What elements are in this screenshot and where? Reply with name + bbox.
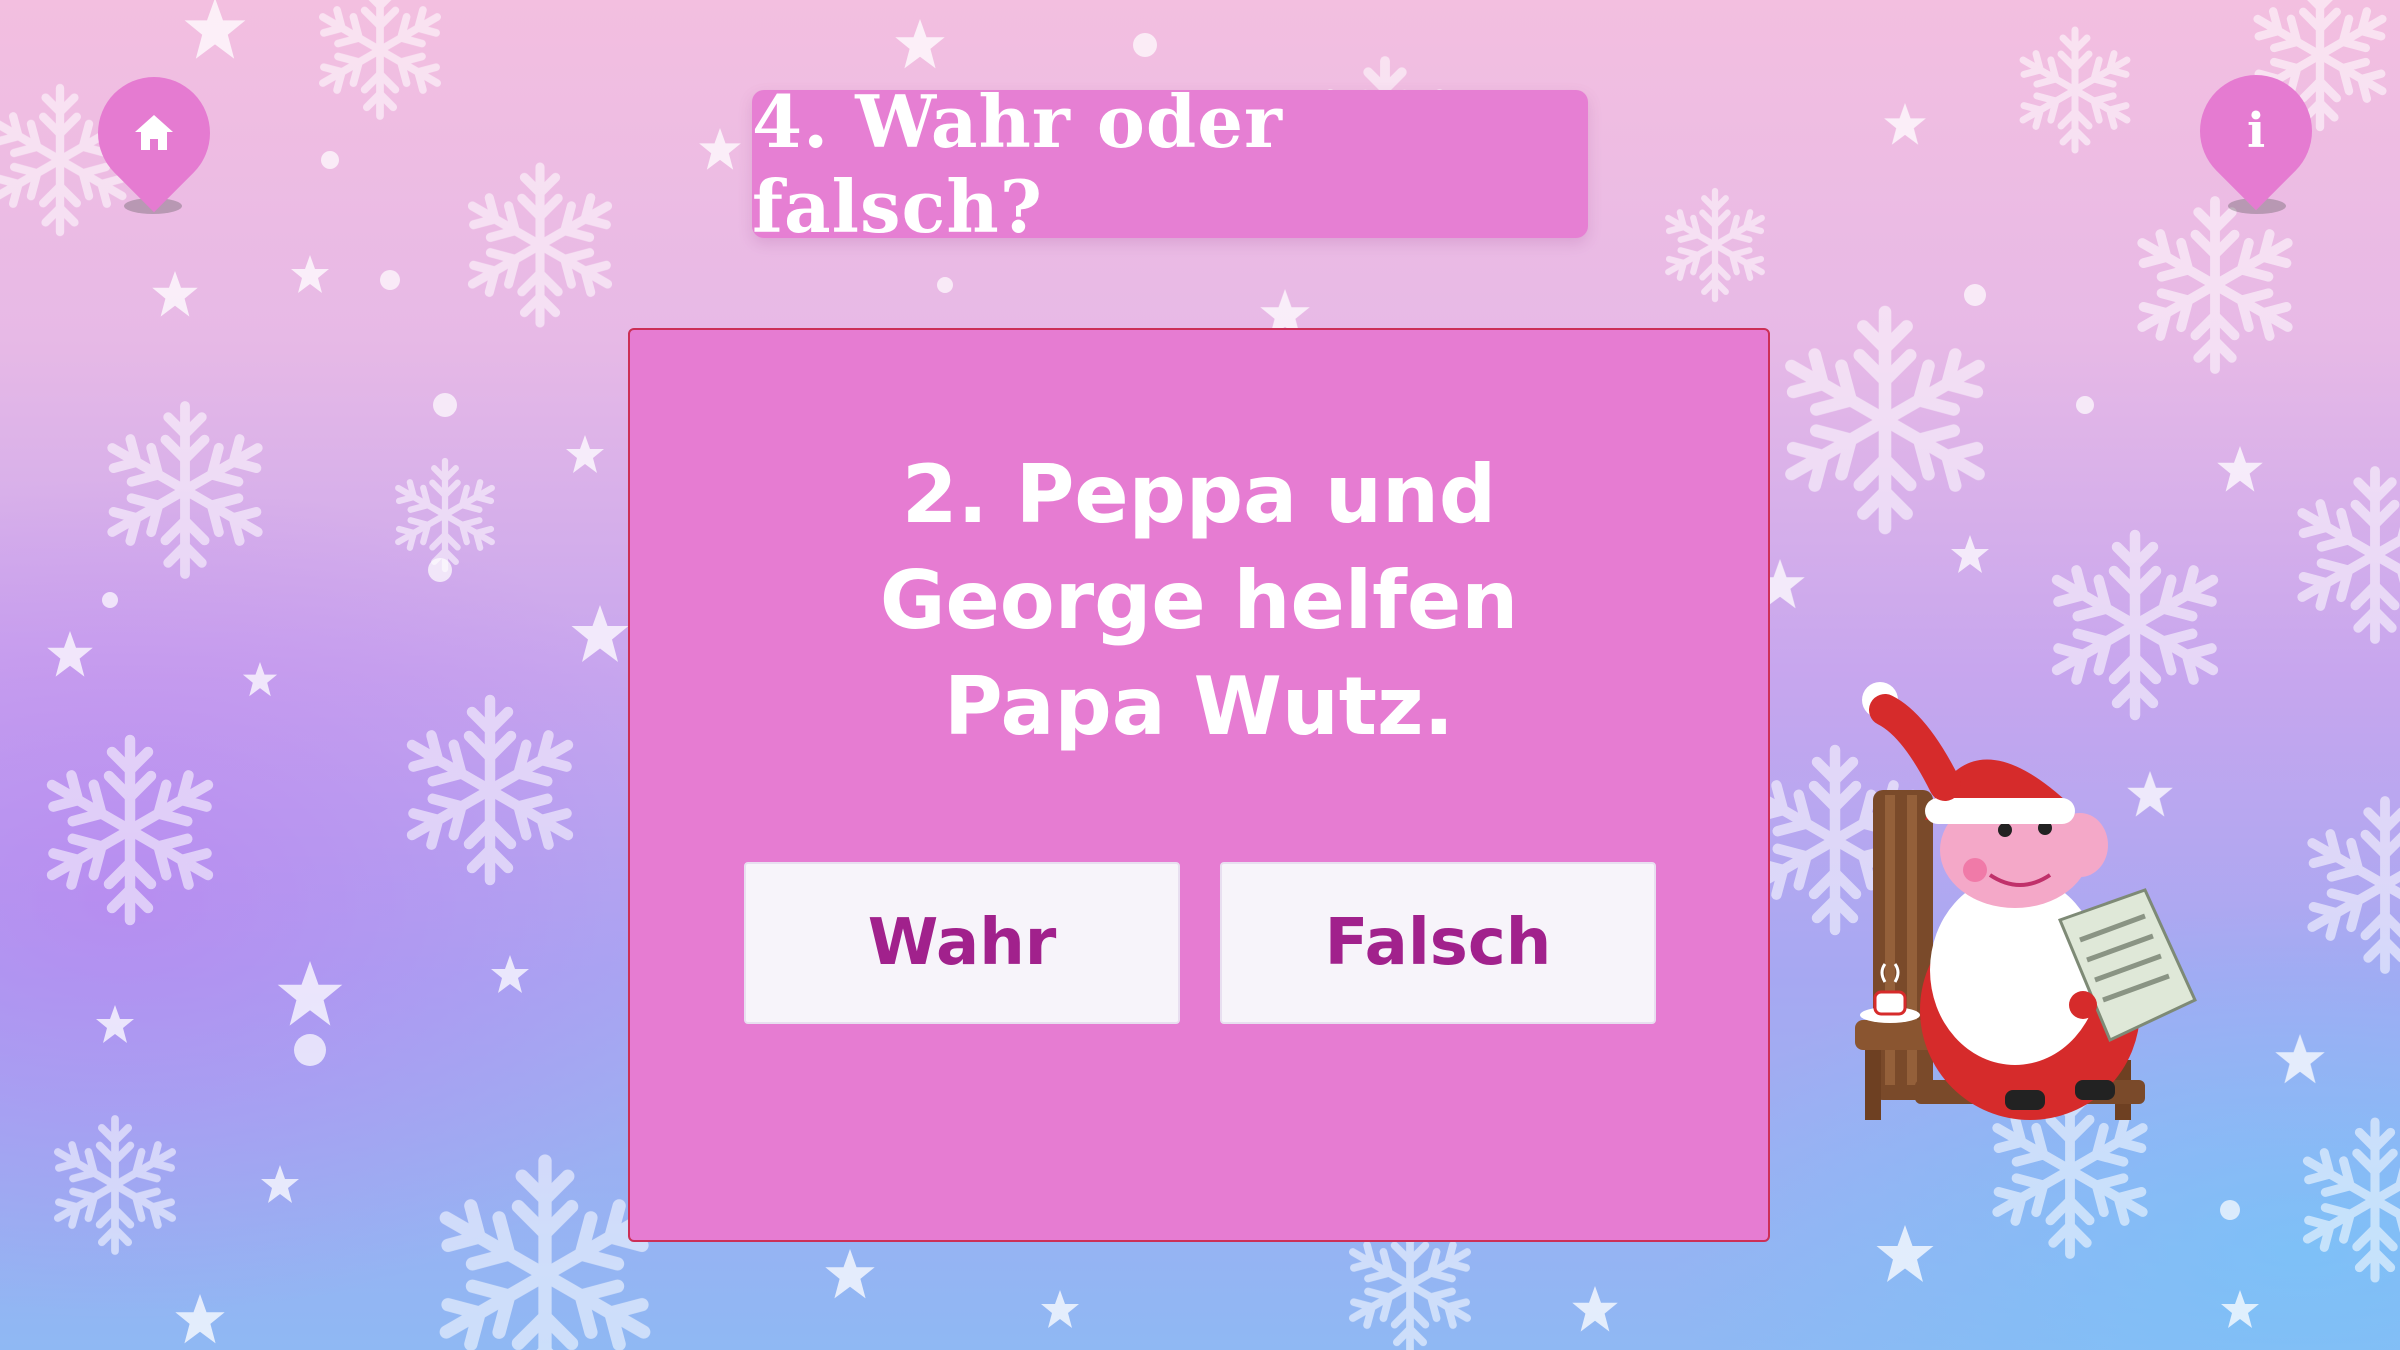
answer-false-button[interactable]: Falsch <box>1220 862 1656 1024</box>
answer-true-button[interactable]: Wahr <box>744 862 1180 1024</box>
question-card: 2. Peppa und George helfen Papa Wutz. Wa… <box>628 328 1770 1242</box>
title-banner: 4. Wahr oder falsch? <box>752 79 1588 249</box>
question-line: George helfen <box>879 554 1519 647</box>
santa-pig-illustration <box>1855 682 2197 1120</box>
info-glyph: i <box>2246 103 2266 160</box>
question-text: 2. Peppa und George helfen Papa Wutz. <box>630 442 1768 760</box>
question-line: Papa Wutz. <box>944 660 1454 753</box>
page-title: 4. Wahr oder falsch? <box>752 79 1283 249</box>
question-line: 2. Peppa und <box>901 448 1497 541</box>
info-icon: i <box>2246 103 2266 160</box>
home-icon <box>131 110 177 156</box>
